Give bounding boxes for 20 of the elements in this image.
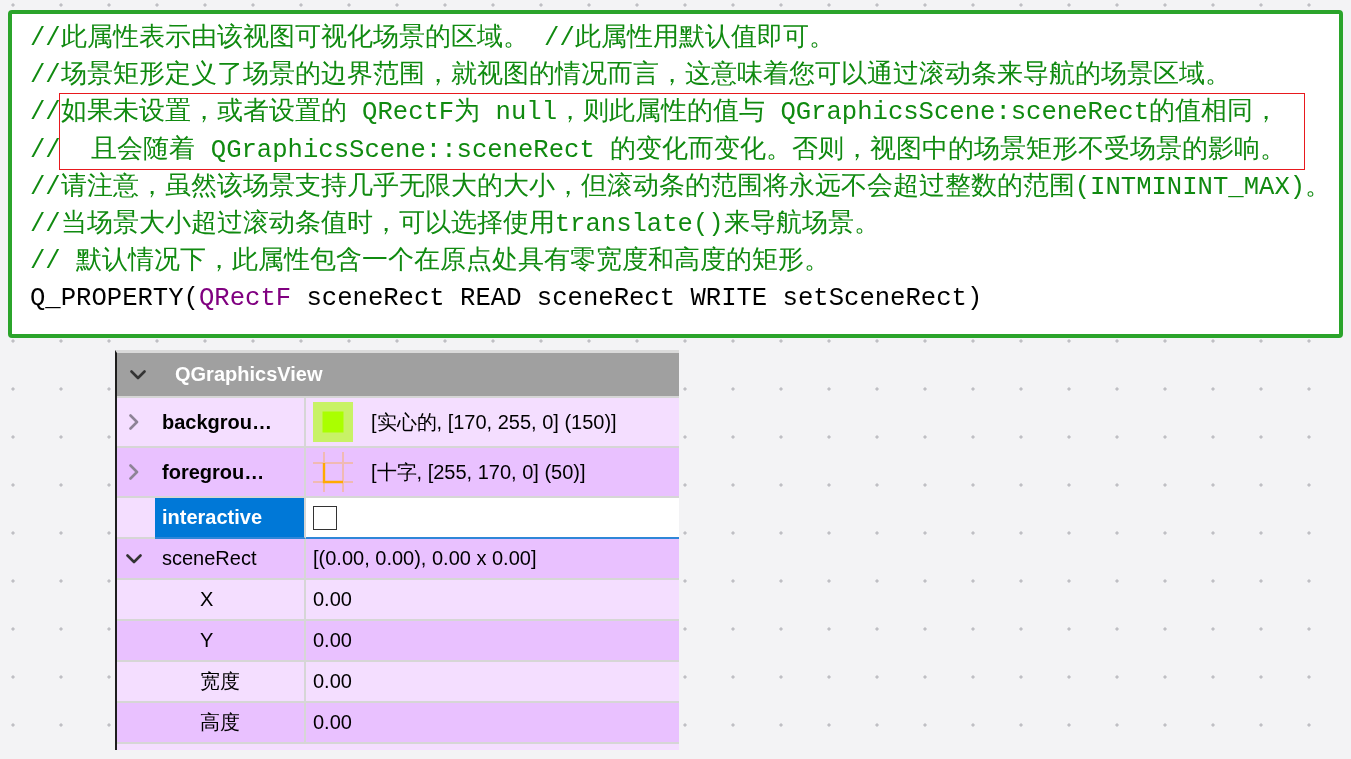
property-value: [(0.00, 0.00), 0.00 x 0.00] (313, 547, 537, 570)
code-line: Q_PROPERTY(QRectF sceneRect READ sceneRect WRITE setSceneRect) (30, 283, 983, 316)
code-comment: // 且会随着 QGraphicsScene::sceneRect 的变化而变化。否则，视图中的场景矩形不受场景的影响。 (30, 134, 1287, 167)
property-value: 0.00 (313, 711, 352, 734)
code-comment: //当场景大小超过滚动条值时，可以选择使用translate()来导航场景。 (30, 208, 880, 241)
property-name[interactable]: 高度 (155, 703, 306, 744)
code-comment: // 默认情况下，此属性包含一个在原点处具有零宽度和高度的矩形。 (30, 245, 831, 279)
property-name[interactable]: interactive (155, 498, 306, 539)
chevron-down-icon[interactable] (130, 369, 146, 380)
code-comment: //此属性表示由该视图可视化场景的区域。 //此属性用默认值即可。 (30, 22, 835, 55)
property-value: 0.00 (313, 629, 352, 652)
chevron-down-icon[interactable] (126, 553, 142, 564)
code-comment: //场景矩形定义了场景的边界范围，就视图的情况而言，这意味着您可以通过滚动条来导航的场景区域。 (30, 59, 1231, 93)
chevron-right-icon[interactable] (129, 414, 139, 430)
code-comment: //请注意，虽然该场景支持几乎无限大的大小，但滚动条的范围将永远不会超过整数的范围(INTMININT_MAX)。 (30, 171, 1332, 204)
property-value: [十字, [255, 170, 0] (50)] (371, 459, 586, 485)
property-value: 0.00 (313, 588, 352, 611)
property-value: 0.00 (313, 670, 352, 693)
property-value: [实心的, [170, 255, 0] (150)] (371, 409, 617, 435)
checkbox[interactable] (313, 505, 337, 530)
